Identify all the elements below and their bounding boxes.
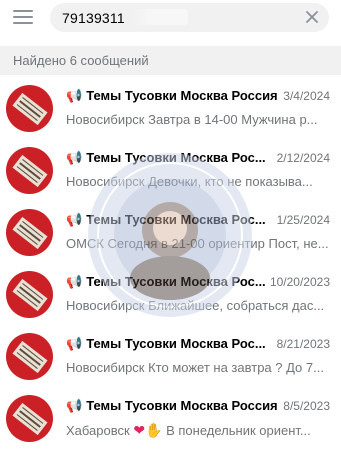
- waving-hand-icon: ✋: [145, 422, 163, 438]
- list-item[interactable]: 📢 Темы Тусовки Москва Рос... 10/20/2023 Н…: [0, 261, 341, 323]
- megaphone-icon: 📢: [66, 88, 83, 103]
- list-item[interactable]: 📢 Темы Тусовки Москва Россия 8/5/2023 Хаб…: [0, 385, 341, 447]
- megaphone-icon: 📢: [66, 150, 83, 165]
- hamburger-icon[interactable]: [13, 10, 33, 26]
- chat-name: 📢 Темы Тусовки Москва Рос...: [66, 212, 266, 227]
- search-query-text[interactable]: 79139311: [62, 10, 125, 26]
- top-bar: 79139311: [0, 0, 341, 35]
- chat-name: 📢 Темы Тусовки Москва Россия: [66, 88, 278, 103]
- chat-name: 📢 Темы Тусовки Москва Рос...: [66, 336, 266, 351]
- avatar: [6, 271, 53, 318]
- message-date: 8/21/2023: [276, 337, 330, 351]
- results-count-label: Найдено 6 сообщений: [13, 53, 149, 68]
- chat-name: 📢 Темы Тусовки Москва Россия: [66, 398, 278, 413]
- message-date: 8/5/2023: [283, 399, 330, 413]
- chat-name: 📢 Темы Тусовки Москва Рос...: [66, 150, 266, 165]
- list-item[interactable]: 📢 Темы Тусовки Москва Рос... 8/21/2023 Но…: [0, 323, 341, 385]
- list-item[interactable]: 📢 Темы Тусовки Москва Россия 3/4/2024 Нов…: [0, 75, 341, 137]
- message-date: 1/25/2024: [276, 213, 330, 227]
- message-preview: ОМСК Сегодня в 21-00 ориентир Пост, не..…: [66, 236, 329, 251]
- message-preview: Новосибирск Кто может на завтра ? До 7..…: [66, 360, 324, 375]
- results-count-bar: Найдено 6 сообщений: [0, 46, 341, 75]
- list-item[interactable]: 📢 Темы Тусовки Москва Рос... 1/25/2024 ОМ…: [0, 199, 341, 261]
- list-item[interactable]: 📢 Темы Тусовки Москва Рос... 2/12/2024 Но…: [0, 137, 341, 199]
- avatar: [6, 209, 53, 256]
- message-date: 3/4/2024: [283, 89, 330, 103]
- avatar: [6, 333, 53, 380]
- megaphone-icon: 📢: [66, 274, 83, 289]
- message-preview: Хабаровск ❤✋ В понедельник ориент...: [66, 422, 311, 438]
- chat-name: 📢 Темы Тусовки Москва Рос...: [66, 274, 266, 289]
- megaphone-icon: 📢: [66, 336, 83, 351]
- message-date: 10/20/2023: [269, 275, 330, 289]
- message-preview: Новосибирск Завтра в 14-00 Мужчина р...: [66, 112, 318, 127]
- search-query-redaction: [133, 9, 188, 25]
- heart-icon: ❤: [133, 422, 146, 438]
- search-input[interactable]: 79139311: [50, 3, 329, 32]
- message-date: 2/12/2024: [276, 151, 330, 165]
- message-preview: Новосибирск Девочки, кто не показыва...: [66, 174, 313, 189]
- message-preview: Новосибирск Ближайшее, собраться дас...: [66, 298, 325, 313]
- avatar: [6, 395, 53, 442]
- close-icon[interactable]: [305, 10, 319, 24]
- avatar: [6, 147, 53, 194]
- megaphone-icon: 📢: [66, 398, 83, 413]
- megaphone-icon: 📢: [66, 212, 83, 227]
- search-results-list: 📢 Темы Тусовки Москва Россия 3/4/2024 Нов…: [0, 75, 341, 447]
- avatar: [6, 85, 53, 132]
